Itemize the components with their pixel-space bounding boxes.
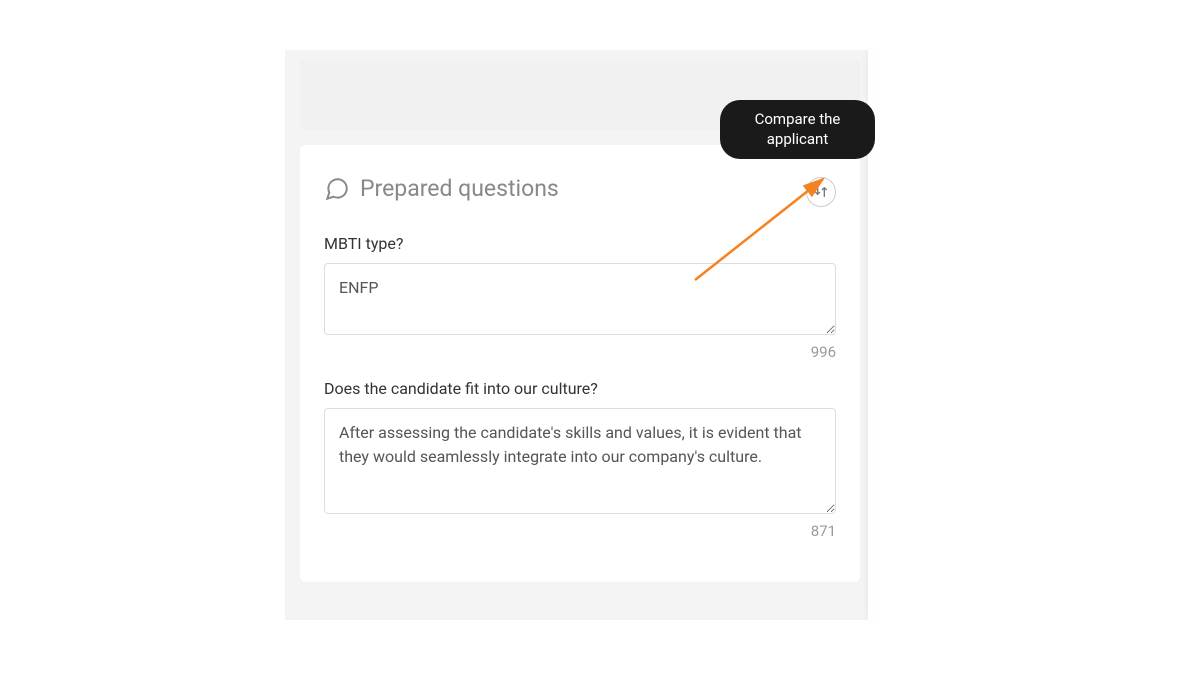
compare-applicant-button[interactable]	[806, 177, 836, 207]
mbti-type-textarea[interactable]	[324, 263, 836, 335]
card-title: Prepared questions	[360, 175, 559, 202]
culture-fit-textarea[interactable]	[324, 408, 836, 514]
prepared-questions-card: Prepared questions MBTI type? 996 Does t…	[300, 145, 860, 582]
question-group-1: MBTI type? 996	[324, 234, 836, 361]
char-counter: 996	[324, 343, 836, 361]
card-header: Prepared questions	[324, 175, 836, 202]
question-label: Does the candidate fit into our culture?	[324, 379, 836, 398]
chat-icon	[324, 176, 350, 202]
compare-tooltip: Compare the applicant	[720, 100, 875, 159]
question-label: MBTI type?	[324, 234, 836, 253]
char-counter: 871	[324, 522, 836, 540]
compare-icon	[813, 183, 829, 202]
question-group-2: Does the candidate fit into our culture?…	[324, 379, 836, 540]
